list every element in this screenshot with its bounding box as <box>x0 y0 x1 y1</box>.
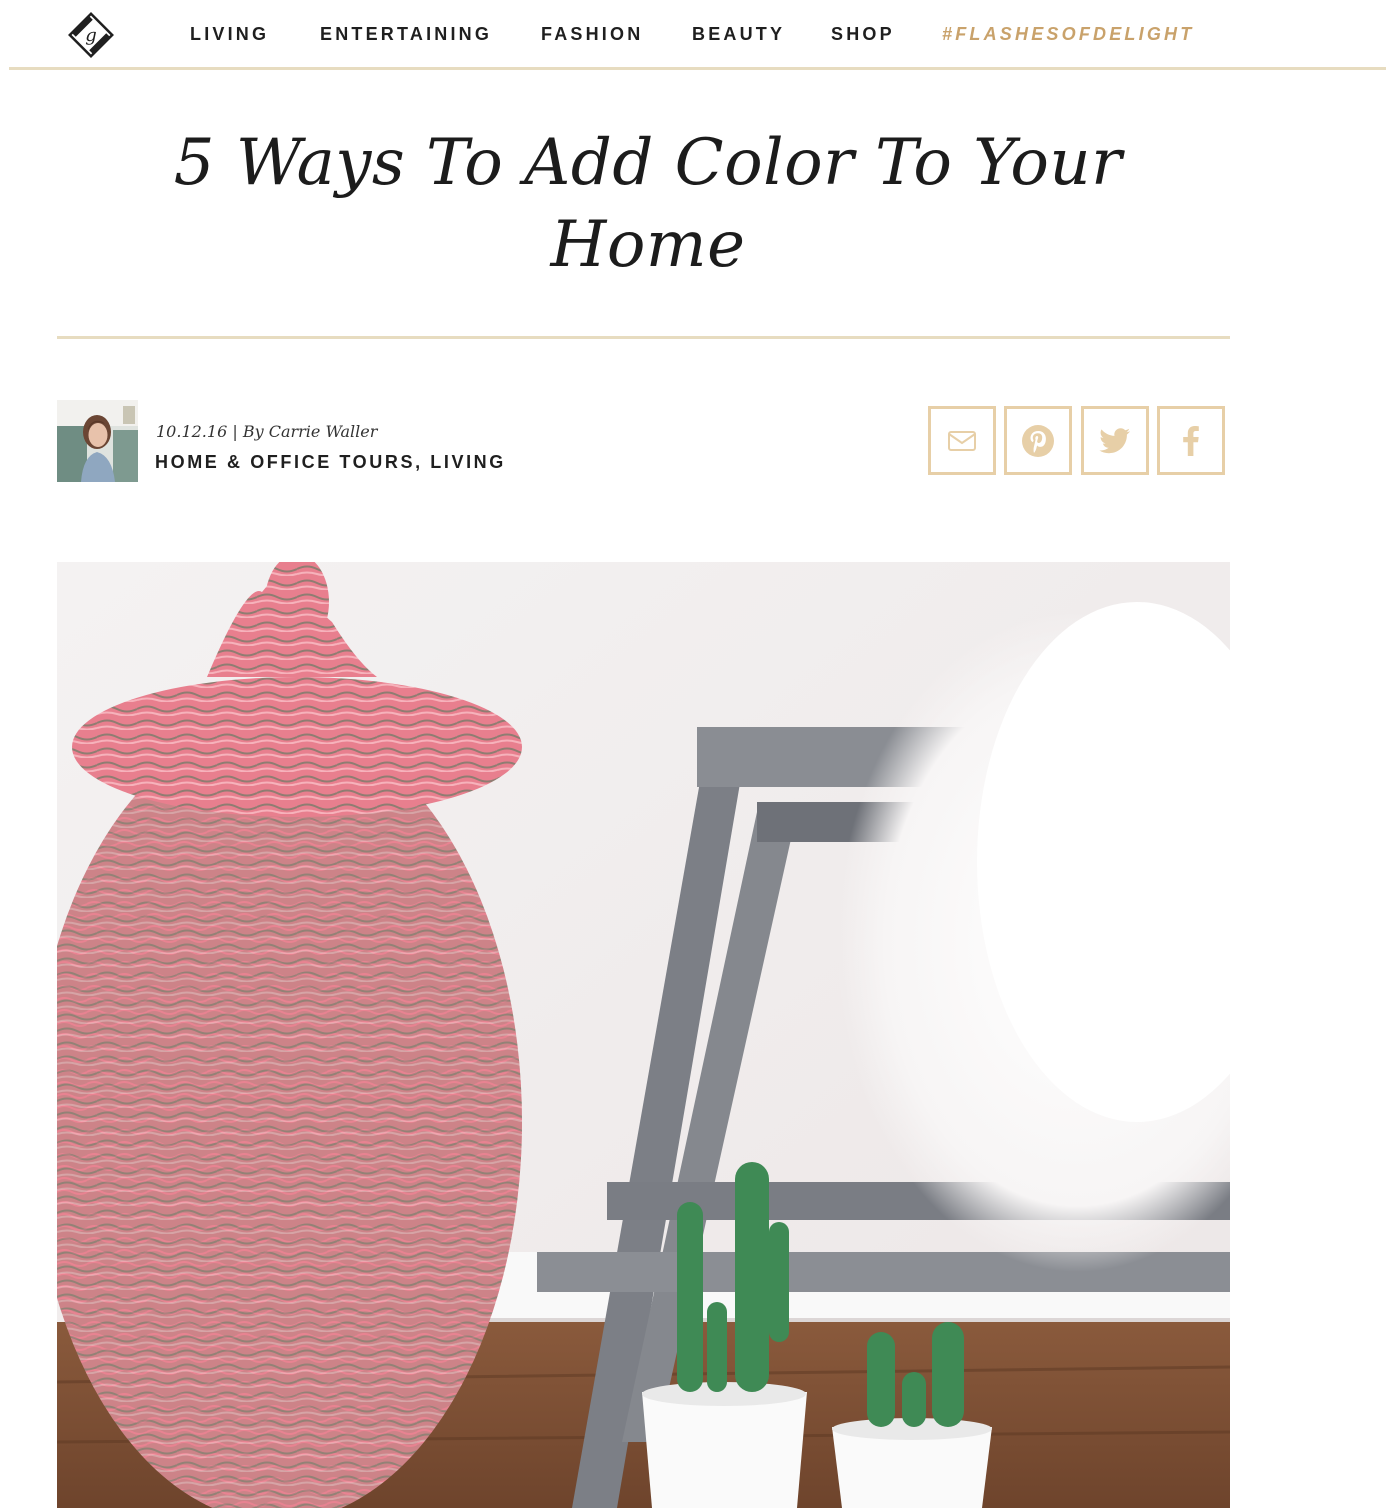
facebook-icon <box>1183 425 1199 456</box>
post-author[interactable]: By Carrie Waller <box>243 422 378 441</box>
category-living[interactable]: LIVING <box>430 452 506 472</box>
category-separator: , <box>415 452 431 472</box>
share-facebook-button[interactable] <box>1157 406 1225 475</box>
author-avatar[interactable] <box>57 400 138 482</box>
nav-item-flashesofdelight[interactable]: #FLASHESOFDELIGHT <box>942 21 1194 47</box>
nav-item-entertaining[interactable]: ENTERTAINING <box>320 21 492 47</box>
site-header: g LIVING ENTERTAINING FASHION BEAUTY SHO… <box>9 0 1386 70</box>
pinterest-icon <box>1022 424 1054 457</box>
nav-item-shop[interactable]: SHOP <box>831 21 895 47</box>
nav-item-living[interactable]: LIVING <box>190 21 269 47</box>
nav-item-fashion[interactable]: FASHION <box>541 21 643 47</box>
category-home-office-tours[interactable]: HOME & OFFICE TOURS <box>155 452 415 472</box>
twitter-icon <box>1099 427 1130 453</box>
post-date: 10.12.16 <box>156 422 228 441</box>
mail-icon <box>948 430 976 451</box>
nav-item-beauty[interactable]: BEAUTY <box>692 21 785 47</box>
article-title: 5 Ways To Add Color To Your Home <box>173 126 1123 282</box>
hero-image <box>57 562 1230 1508</box>
meta-separator: | <box>227 422 243 441</box>
share-twitter-button[interactable] <box>1081 406 1149 475</box>
svg-text:g: g <box>85 25 97 46</box>
title-divider <box>57 336 1230 339</box>
site-logo[interactable]: g <box>66 10 116 60</box>
post-categories: HOME & OFFICE TOURS, LIVING <box>155 452 506 473</box>
logo-diamond-icon: g <box>68 12 114 58</box>
post-meta: 10.12.16 | By Carrie Waller <box>156 422 377 441</box>
hero-photo <box>57 562 1230 1508</box>
author-avatar-image <box>57 400 138 482</box>
share-email-button[interactable] <box>928 406 996 475</box>
share-pinterest-button[interactable] <box>1004 406 1072 475</box>
